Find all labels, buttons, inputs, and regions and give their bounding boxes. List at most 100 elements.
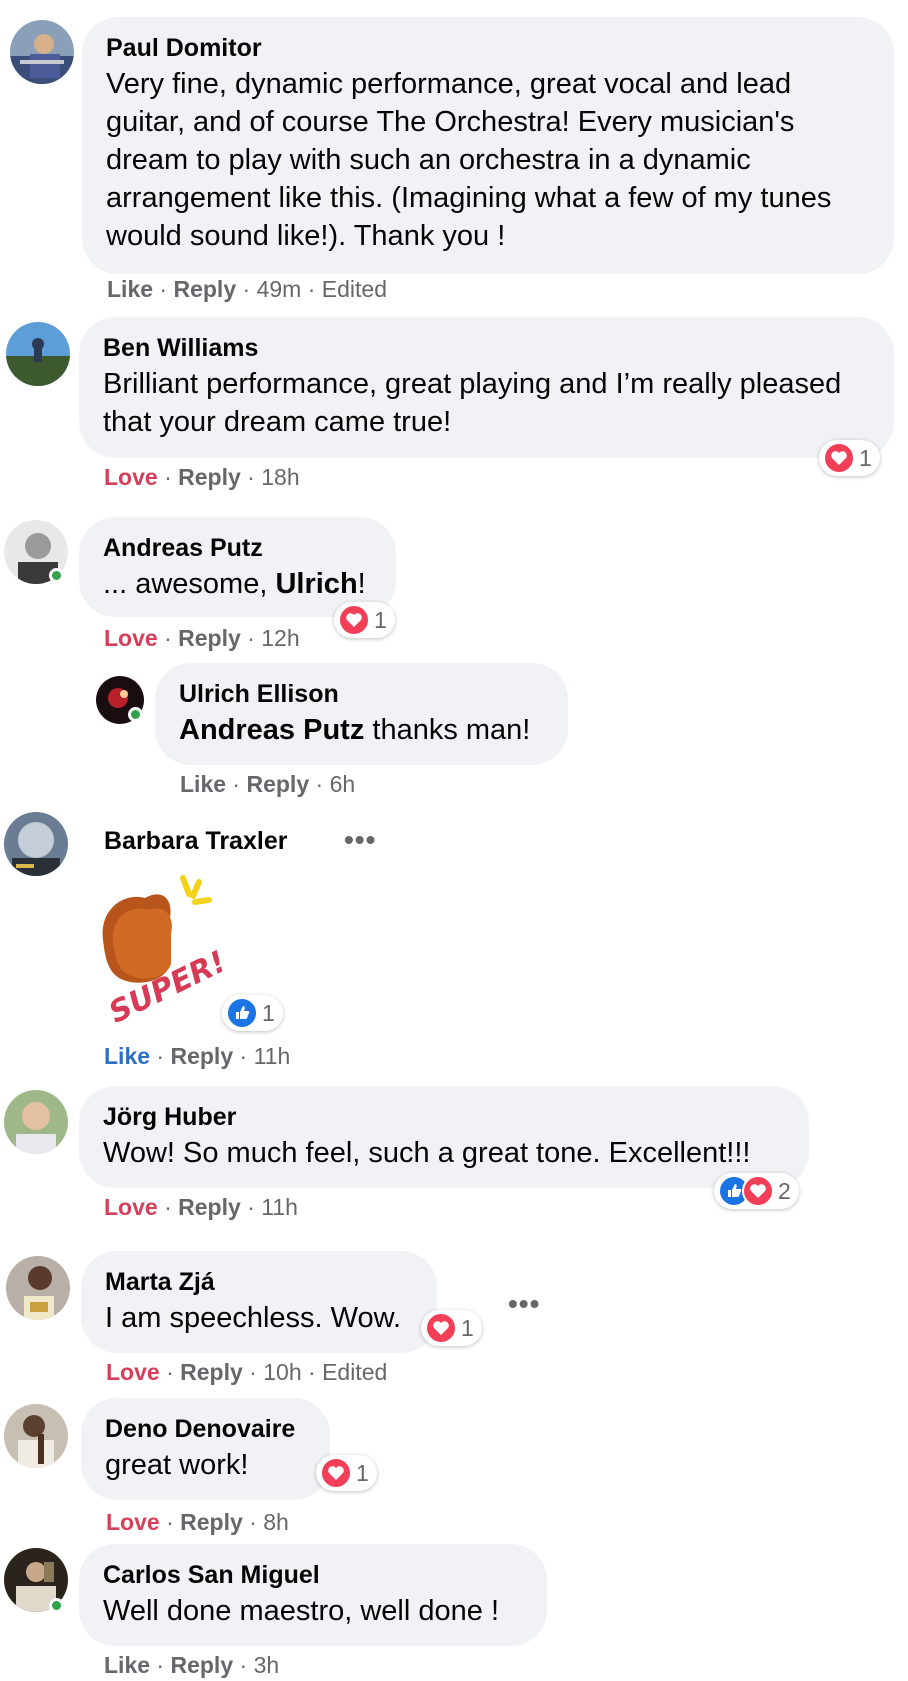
avatar-ben-williams[interactable] — [6, 322, 70, 386]
avatar-deno-denovaire[interactable] — [4, 1404, 68, 1468]
comment-author[interactable]: Marta Zjá — [105, 1265, 413, 1299]
more-options-icon[interactable]: ••• — [344, 824, 376, 856]
heart-reaction-icon — [425, 1312, 457, 1344]
love-button[interactable]: Love — [104, 625, 158, 651]
love-button[interactable]: Love — [106, 1359, 160, 1385]
reply-button[interactable]: Reply — [180, 1509, 243, 1535]
reply-button[interactable]: Reply — [178, 464, 241, 490]
like-button[interactable]: Like — [104, 1652, 150, 1678]
reaction-count: 2 — [778, 1177, 791, 1204]
comment-author[interactable]: Deno Denovaire — [105, 1412, 306, 1446]
comment-bubble-marta-zja: Marta Zjá I am speechless. Wow. — [81, 1251, 437, 1353]
mention-link[interactable]: Andreas Putz — [179, 714, 364, 746]
avatar-marta-zja[interactable] — [6, 1256, 70, 1320]
comment-text-suffix: thanks man! — [364, 714, 531, 746]
reply-button[interactable]: Reply — [170, 1043, 233, 1069]
heart-reaction-icon — [742, 1175, 774, 1207]
love-button[interactable]: Love — [104, 464, 158, 490]
comment-author[interactable]: Carlos San Miguel — [103, 1558, 523, 1592]
separator: · — [159, 1509, 181, 1535]
reaction-count: 1 — [356, 1459, 369, 1486]
comment-actions: Love · Reply · 12h — [104, 624, 300, 652]
separator: · — [309, 771, 330, 797]
comment-bubble-carlos-san-miguel: Carlos San Miguel Well done maestro, wel… — [79, 1544, 547, 1646]
comment-bubble-jorg-huber: Jörg Huber Wow! So much feel, such a gre… — [79, 1086, 809, 1188]
comment-bubble-paul-domitor: Paul Domitor Very fine, dynamic performa… — [82, 17, 894, 274]
comment-author[interactable]: Andreas Putz — [103, 531, 372, 565]
comment-text: Well done maestro, well done ! — [103, 1595, 500, 1627]
online-status-indicator — [128, 707, 143, 722]
comment-author[interactable]: Jörg Huber — [103, 1100, 785, 1134]
timestamp[interactable]: 49m — [257, 276, 302, 302]
avatar-jorg-huber[interactable] — [4, 1090, 68, 1154]
comment-author[interactable]: Paul Domitor — [106, 31, 870, 65]
separator: · — [242, 1359, 264, 1385]
timestamp[interactable]: 11h — [254, 1043, 291, 1069]
reply-button[interactable]: Reply — [246, 771, 309, 797]
comment-author[interactable]: Barbara Traxler — [104, 824, 287, 858]
comment-actions: Like · Reply · 3h — [104, 1651, 279, 1679]
reaction-summary[interactable]: 1 — [334, 602, 395, 638]
avatar-paul-domitor[interactable] — [10, 20, 74, 84]
like-button[interactable]: Like — [180, 771, 226, 797]
comment-actions: Love · Reply · 10h · Edited — [106, 1358, 387, 1386]
timestamp[interactable]: 18h — [261, 464, 299, 490]
reply-button[interactable]: Reply — [173, 276, 236, 302]
comment-text: ... awesome, Ulrich! — [103, 565, 372, 603]
comment-text-suffix: ! — [357, 568, 366, 600]
comment-bubble-deno-denovaire: Deno Denovaire great work! — [81, 1398, 330, 1500]
separator: · — [301, 1359, 323, 1385]
timestamp[interactable]: 8h — [263, 1509, 289, 1535]
separator: · — [159, 1359, 181, 1385]
reaction-count: 1 — [461, 1314, 474, 1341]
separator: · — [233, 1043, 254, 1069]
mention-link[interactable]: Ulrich — [275, 568, 357, 600]
like-button[interactable]: Like — [104, 1043, 150, 1069]
timestamp[interactable]: 11h — [261, 1194, 298, 1220]
reaction-summary[interactable]: 1 — [222, 995, 283, 1031]
reaction-summary[interactable]: 1 — [819, 440, 880, 476]
reply-button[interactable]: Reply — [170, 1652, 233, 1678]
reaction-summary[interactable]: 1 — [316, 1455, 377, 1491]
separator: · — [153, 276, 174, 302]
timestamp[interactable]: 12h — [261, 625, 299, 651]
online-status-indicator — [49, 1598, 64, 1613]
reply-button[interactable]: Reply — [180, 1359, 243, 1385]
reply-button[interactable]: Reply — [178, 625, 241, 651]
separator: · — [240, 1194, 262, 1220]
separator: · — [240, 464, 262, 490]
comment-author[interactable]: Ben Williams — [103, 331, 870, 365]
heart-reaction-icon — [823, 442, 855, 474]
super-clapping-sticker[interactable]: SUPER! — [93, 870, 232, 1031]
separator: · — [240, 625, 262, 651]
love-button[interactable]: Love — [104, 1194, 158, 1220]
separator: · — [157, 464, 179, 490]
comment-text: Andreas Putz thanks man! — [179, 711, 544, 749]
comment-bubble-ulrich-ellison: Ulrich Ellison Andreas Putz thanks man! — [155, 663, 568, 765]
more-options-icon[interactable]: ••• — [508, 1288, 540, 1320]
avatar-barbara-traxler[interactable] — [4, 812, 68, 876]
comment-text: Wow! So much feel, such a great tone. Ex… — [103, 1137, 751, 1169]
reaction-summary[interactable]: 1 — [421, 1310, 482, 1346]
comment-actions: Like · Reply · 49m · Edited — [107, 275, 387, 303]
comment-author[interactable]: Ulrich Ellison — [179, 677, 544, 711]
timestamp[interactable]: 10h — [263, 1359, 301, 1385]
comment-actions: Like · Reply · 6h — [180, 770, 355, 798]
comment-actions: Love · Reply · 8h — [106, 1508, 289, 1536]
comment-text: great work! — [105, 1449, 249, 1481]
separator: · — [150, 1043, 171, 1069]
reaction-summary[interactable]: 2 — [714, 1173, 799, 1209]
edited-label: Edited — [322, 1359, 388, 1385]
timestamp[interactable]: 3h — [254, 1652, 280, 1678]
comment-bubble-ben-williams: Ben Williams Brilliant performance, grea… — [79, 317, 894, 458]
timestamp[interactable]: 6h — [330, 771, 356, 797]
separator: · — [236, 276, 257, 302]
reply-button[interactable]: Reply — [178, 1194, 241, 1220]
love-button[interactable]: Love — [106, 1509, 160, 1535]
comment-text: Brilliant performance, great playing and… — [103, 368, 842, 438]
heart-reaction-icon — [338, 604, 370, 636]
comment-actions: Like · Reply · 11h — [104, 1042, 290, 1070]
like-reaction-icon — [226, 997, 258, 1029]
like-button[interactable]: Like — [107, 276, 153, 302]
separator: · — [226, 771, 247, 797]
